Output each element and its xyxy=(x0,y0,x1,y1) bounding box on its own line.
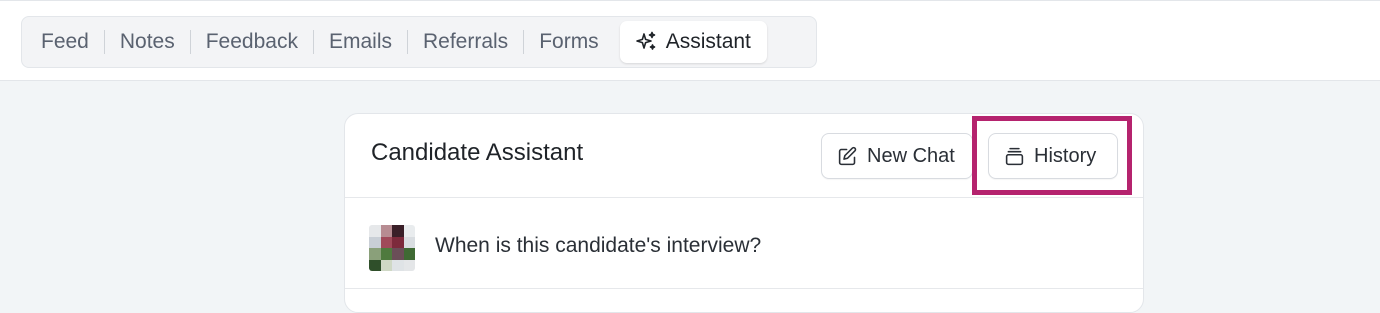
history-button[interactable]: History xyxy=(988,133,1118,179)
tab-feedback[interactable]: Feedback xyxy=(191,21,313,63)
tab-label: Feed xyxy=(41,30,89,53)
tab-bar: Feed Notes Feedback Emails Referrals For… xyxy=(21,16,817,68)
tab-referrals[interactable]: Referrals xyxy=(408,21,523,63)
tab-assistant[interactable]: Assistant xyxy=(619,21,767,63)
tab-label: Assistant xyxy=(665,30,751,53)
chat-message: When is this candidate's interview? xyxy=(345,199,1143,289)
top-bar: Feed Notes Feedback Emails Referrals For… xyxy=(0,0,1380,81)
tab-notes[interactable]: Notes xyxy=(105,21,190,63)
sparkle-icon xyxy=(634,30,658,54)
tab-label: Emails xyxy=(328,30,392,53)
tab-label: Feedback xyxy=(205,30,298,53)
new-chat-label: New Chat xyxy=(867,144,955,167)
tab-feed[interactable]: Feed xyxy=(26,21,104,63)
tab-label: Forms xyxy=(539,30,599,53)
tab-forms[interactable]: Forms xyxy=(524,21,614,63)
assistant-panel: Candidate Assistant New Chat History Whe… xyxy=(344,113,1144,313)
message-text: When is this candidate's interview? xyxy=(435,234,762,257)
assistant-title: Candidate Assistant xyxy=(371,139,584,166)
avatar xyxy=(369,225,415,271)
assistant-header: Candidate Assistant New Chat History xyxy=(345,114,1143,198)
edit-icon xyxy=(837,146,858,167)
stack-icon xyxy=(1004,146,1025,167)
history-label: History xyxy=(1034,144,1097,167)
tab-label: Referrals xyxy=(422,30,509,53)
tab-emails[interactable]: Emails xyxy=(314,21,407,63)
new-chat-button[interactable]: New Chat xyxy=(821,133,973,179)
tab-label: Notes xyxy=(119,30,175,53)
